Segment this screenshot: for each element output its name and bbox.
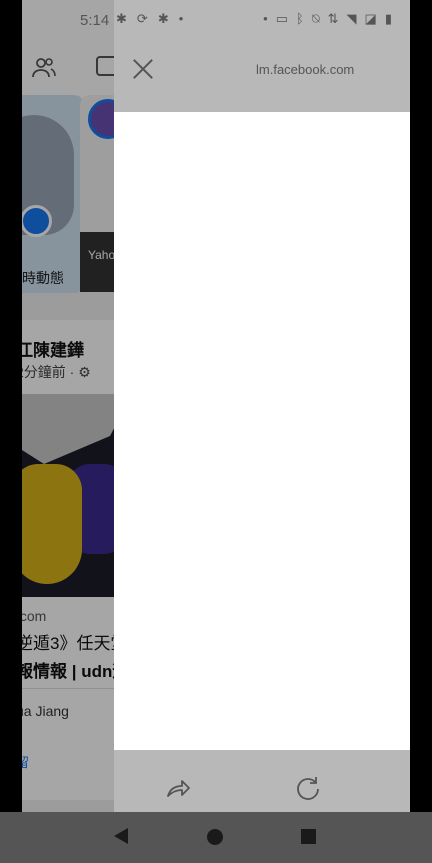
alarm-off-icon: ⍉ xyxy=(311,11,320,26)
status-bar: 5:14 ✱ ⟳ ✱ • • ▭ ᛒ ⍉ ⇅ ◥ ◪ ▮ xyxy=(0,0,432,40)
status-time: 5:14 xyxy=(80,12,110,29)
back-icon[interactable] xyxy=(114,828,128,844)
close-icon[interactable] xyxy=(128,54,158,84)
navigation-bar xyxy=(0,812,432,863)
system-icons: • ▭ ᛒ ⍉ ⇅ ◥ ◪ ▮ xyxy=(263,11,392,27)
custom-tab-bottom-bar xyxy=(114,750,410,812)
home-icon[interactable] xyxy=(207,829,223,845)
web-content[interactable] xyxy=(114,112,410,750)
custom-tab-panel: lm.facebook.com xyxy=(114,0,410,812)
dot-icon: • xyxy=(263,11,268,26)
battery-icon: ▮ xyxy=(384,11,392,26)
url-text: lm.facebook.com xyxy=(256,62,355,77)
dot-icon: • xyxy=(178,11,184,26)
android-icon: ✱ xyxy=(116,11,127,26)
share-icon[interactable] xyxy=(164,774,192,802)
data-icon: ⇅ xyxy=(327,11,339,26)
cast-icon: ▭ xyxy=(275,11,289,26)
bluetooth-icon: ᛒ xyxy=(296,11,304,26)
no-sim-icon: ◪ xyxy=(364,11,377,26)
notification-icons: ✱ ⟳ ✱ • xyxy=(116,11,183,27)
wifi-icon: ◥ xyxy=(346,11,357,26)
sync-icon: ⟳ xyxy=(136,11,148,26)
screen: 時動態 Yaho 江陳建鏵 2分鐘前 · ⚙ .com 逆遁3》任天堂 報情報 … xyxy=(0,0,432,863)
recents-icon[interactable] xyxy=(301,829,316,844)
refresh-icon[interactable] xyxy=(294,774,322,802)
android-icon: ✱ xyxy=(157,11,169,26)
